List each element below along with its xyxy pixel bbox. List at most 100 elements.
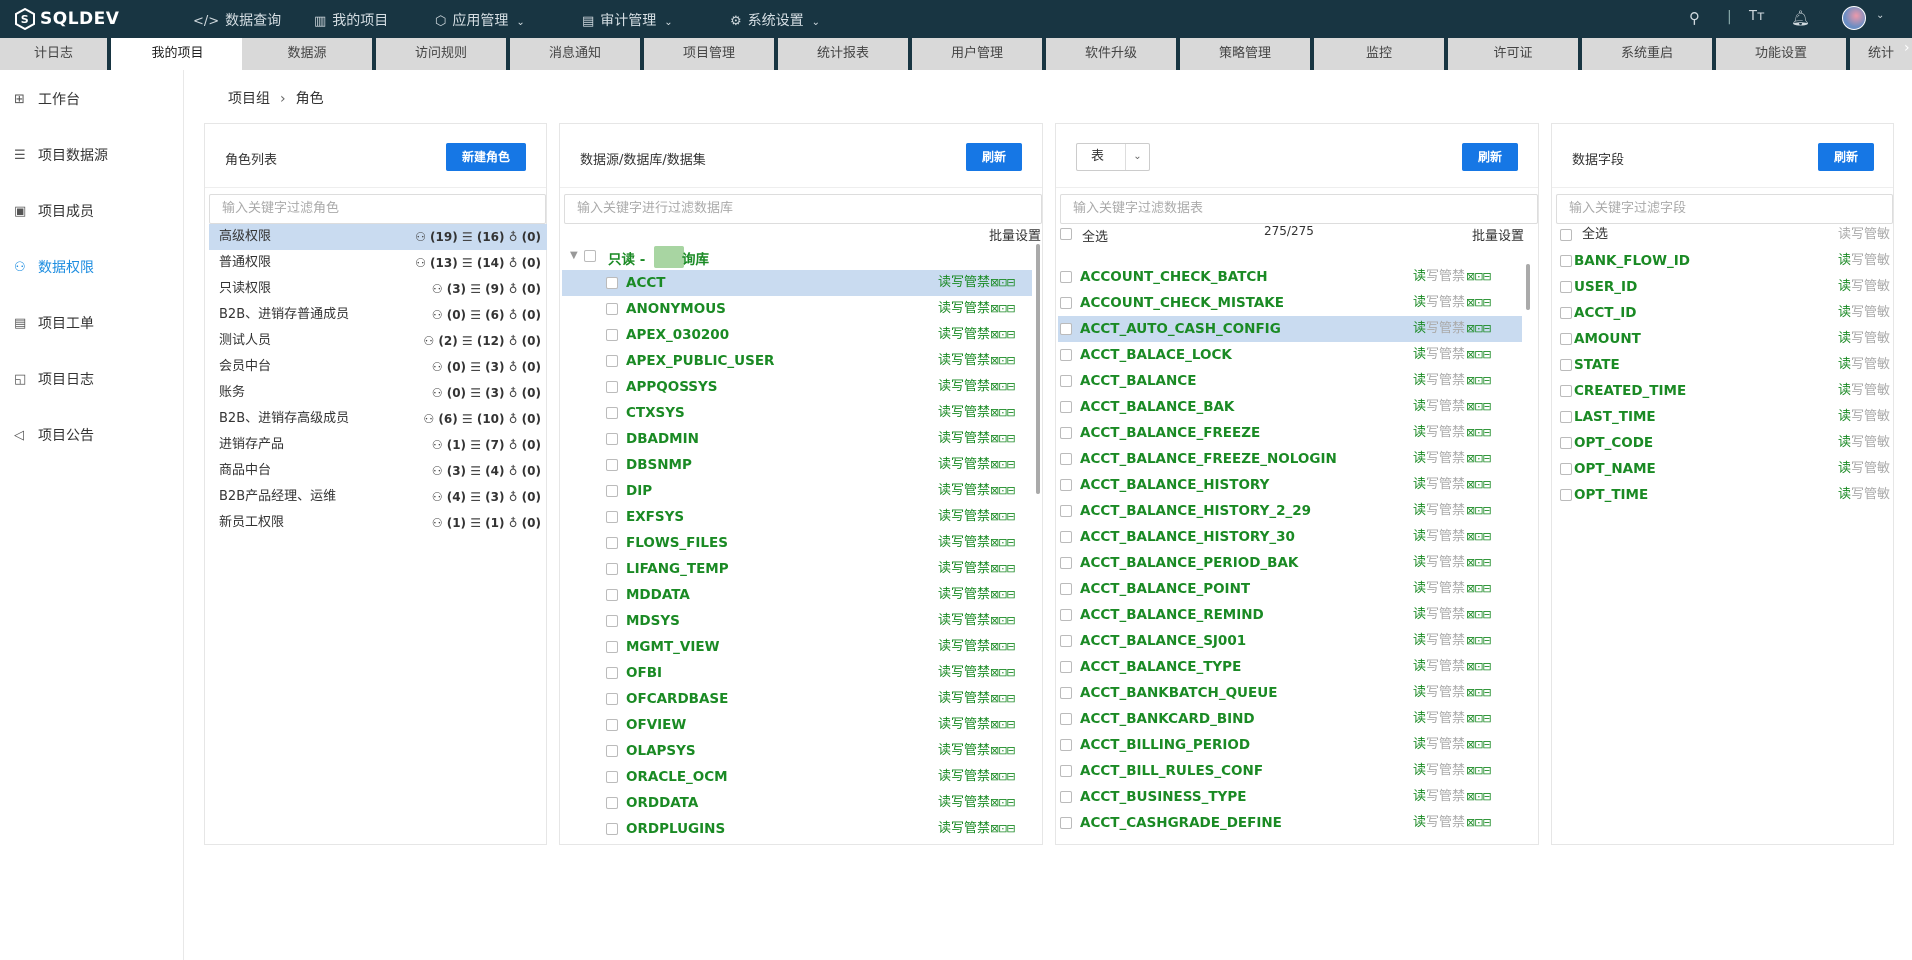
perm-other[interactable]: 写管敏	[1851, 383, 1890, 398]
field-row[interactable]: ACCT_ID 读写管敏	[1560, 300, 1896, 326]
nav-audit-management[interactable]: ▤ 审计管理 ⌄	[582, 10, 673, 30]
datasource-group-node[interactable]: ▼ 只读 - 询库	[570, 246, 1030, 270]
perm-read[interactable]: 读	[1413, 529, 1426, 544]
select-all-label[interactable]: 全选	[1082, 226, 1108, 245]
tab-13[interactable]: 功能设置	[1716, 38, 1846, 70]
row-checkbox[interactable]	[606, 303, 618, 315]
perm-read[interactable]: 读	[1413, 685, 1426, 700]
perm-read[interactable]: 读	[938, 691, 951, 706]
perm-read[interactable]: 读	[1838, 305, 1851, 320]
perm-forbid[interactable]: 禁	[1452, 477, 1465, 492]
role-row[interactable]: 进销存产品 ⚇ (1) ☰ (7) ♁ (0)	[209, 432, 547, 458]
perm-forbid[interactable]: 禁	[1452, 451, 1465, 466]
action-icons[interactable]: ⊠⊡⊟	[990, 738, 1016, 764]
perm-forbid[interactable]: 禁	[977, 665, 990, 680]
row-checkbox[interactable]	[606, 771, 618, 783]
database-row[interactable]: EXFSYS 读写管禁 ⊠⊡⊟	[562, 504, 1032, 530]
perm-write[interactable]: 写	[951, 691, 964, 706]
database-row[interactable]: DBSNMP 读写管禁 ⊠⊡⊟	[562, 452, 1032, 478]
action-icons[interactable]: ⊠⊡⊟	[990, 582, 1016, 608]
tab-6[interactable]: 统计报表	[778, 38, 908, 70]
perm-forbid[interactable]: 禁	[1452, 295, 1465, 310]
role-row[interactable]: B2B、进销存高级成员 ⚇ (6) ☰ (10) ♁ (0)	[209, 406, 547, 432]
perm-forbid[interactable]: 禁	[977, 561, 990, 576]
action-icons[interactable]: ⊠⊡⊟	[1466, 654, 1492, 680]
perm-write[interactable]: 写	[951, 665, 964, 680]
perm-write[interactable]: 写	[951, 587, 964, 602]
perm-read[interactable]: 读	[1413, 763, 1426, 778]
chevron-down-icon[interactable]: ⌄	[1876, 10, 1884, 21]
perm-forbid[interactable]: 禁	[977, 691, 990, 706]
field-row[interactable]: CREATED_TIME 读写管敏	[1560, 378, 1896, 404]
perm-manage[interactable]: 管	[964, 275, 977, 290]
tab-14[interactable]: 统计	[1850, 38, 1912, 70]
tab-0[interactable]: 计日志	[0, 38, 107, 70]
role-row[interactable]: B2B产品经理、运维 ⚇ (4) ☰ (3) ♁ (0)	[209, 484, 547, 510]
row-checkbox[interactable]	[1560, 385, 1572, 397]
database-filter-input[interactable]: 输入关键字进行过滤数据库	[564, 194, 1042, 224]
database-row[interactable]: APPQOSSYS 读写管禁 ⊠⊡⊟	[562, 374, 1032, 400]
perm-write[interactable]: 写	[1426, 555, 1439, 570]
batch-settings-link[interactable]: 批量设置	[1472, 225, 1524, 244]
perm-read[interactable]: 读	[1838, 435, 1851, 450]
action-icons[interactable]: ⊠⊡⊟	[990, 426, 1016, 452]
caret-down-icon[interactable]: ▼	[570, 250, 578, 261]
row-checkbox[interactable]	[606, 797, 618, 809]
perm-manage[interactable]: 管	[1439, 737, 1452, 752]
row-checkbox[interactable]	[1060, 557, 1072, 569]
perm-forbid[interactable]: 禁	[977, 431, 990, 446]
perm-forbid[interactable]: 禁	[1452, 399, 1465, 414]
action-icons[interactable]: ⊠⊡⊟	[1466, 524, 1492, 550]
perm-forbid[interactable]: 禁	[977, 327, 990, 342]
perm-forbid[interactable]: 禁	[1452, 815, 1465, 830]
table-row[interactable]: ACCT_BALANCE_POINT 读写管禁 ⊠⊡⊟	[1058, 576, 1522, 602]
perm-manage[interactable]: 管	[1439, 581, 1452, 596]
perm-write[interactable]: 写	[1426, 321, 1439, 336]
perm-read[interactable]: 读	[1838, 409, 1851, 424]
perm-forbid[interactable]: 禁	[977, 743, 990, 758]
table-row[interactable]: ACCT_BANKCARD_BIND 读写管禁 ⊠⊡⊟	[1058, 706, 1522, 732]
action-icons[interactable]: ⊠⊡⊟	[990, 556, 1016, 582]
action-icons[interactable]: ⊠⊡⊟	[1466, 420, 1492, 446]
role-row[interactable]: 只读权限 ⚇ (3) ☰ (9) ♁ (0)	[209, 276, 547, 302]
perm-manage[interactable]: 管	[964, 327, 977, 342]
action-icons[interactable]: ⊠⊡⊟	[1466, 706, 1492, 732]
table-row[interactable]: ACCOUNT_CHECK_MISTAKE 读写管禁 ⊠⊡⊟	[1058, 290, 1522, 316]
perm-manage[interactable]: 管	[964, 717, 977, 732]
action-icons[interactable]: ⊠⊡⊟	[990, 296, 1016, 322]
action-icons[interactable]: ⊠⊡⊟	[1466, 680, 1492, 706]
perm-read[interactable]: 读	[1838, 357, 1851, 372]
perm-read[interactable]: 读	[1413, 555, 1426, 570]
perm-write[interactable]: 写	[951, 353, 964, 368]
perm-write[interactable]: 写	[951, 743, 964, 758]
perm-manage[interactable]: 管	[964, 665, 977, 680]
font-size-icon[interactable]: Tт	[1749, 9, 1765, 24]
action-icons[interactable]: ⊠⊡⊟	[1466, 576, 1492, 602]
perm-manage[interactable]: 管	[964, 821, 977, 836]
action-icons[interactable]: ⊠⊡⊟	[1466, 784, 1492, 810]
row-checkbox[interactable]	[606, 407, 618, 419]
batch-settings-link[interactable]: 批量设置	[989, 225, 1041, 244]
perm-other[interactable]: 写管敏	[1851, 331, 1890, 346]
perm-write[interactable]: 写	[1426, 399, 1439, 414]
action-icons[interactable]: ⊠⊡⊟	[990, 660, 1016, 686]
table-row[interactable]: ACCT_BALANCE_HISTORY_30 读写管禁 ⊠⊡⊟	[1058, 524, 1522, 550]
perm-write[interactable]: 写	[951, 717, 964, 732]
perm-write[interactable]: 写	[1426, 581, 1439, 596]
perm-write[interactable]: 写	[1426, 633, 1439, 648]
database-row[interactable]: FLOWS_FILES 读写管禁 ⊠⊡⊟	[562, 530, 1032, 556]
refresh-datasource-button[interactable]: 刷新	[966, 143, 1022, 171]
field-filter-input[interactable]: 输入关键字过滤字段	[1556, 194, 1893, 224]
table-row[interactable]: ACCT_BALANCE_SJ001 读写管禁 ⊠⊡⊟	[1058, 628, 1522, 654]
perm-read[interactable]: 读	[1838, 487, 1851, 502]
perm-manage[interactable]: 管	[1439, 321, 1452, 336]
perm-read[interactable]: 读	[938, 353, 951, 368]
role-row[interactable]: 账务 ⚇ (0) ☰ (3) ♁ (0)	[209, 380, 547, 406]
perm-other[interactable]: 写管敏	[1851, 487, 1890, 502]
perm-read[interactable]: 读	[1413, 815, 1426, 830]
perm-manage[interactable]: 管	[1439, 711, 1452, 726]
perm-read[interactable]: 读	[938, 457, 951, 472]
perm-forbid[interactable]: 禁	[1452, 425, 1465, 440]
field-row[interactable]: OPT_CODE 读写管敏	[1560, 430, 1896, 456]
table-row[interactable]: ACCOUNT_CHECK_BATCH 读写管禁 ⊠⊡⊟	[1058, 264, 1522, 290]
